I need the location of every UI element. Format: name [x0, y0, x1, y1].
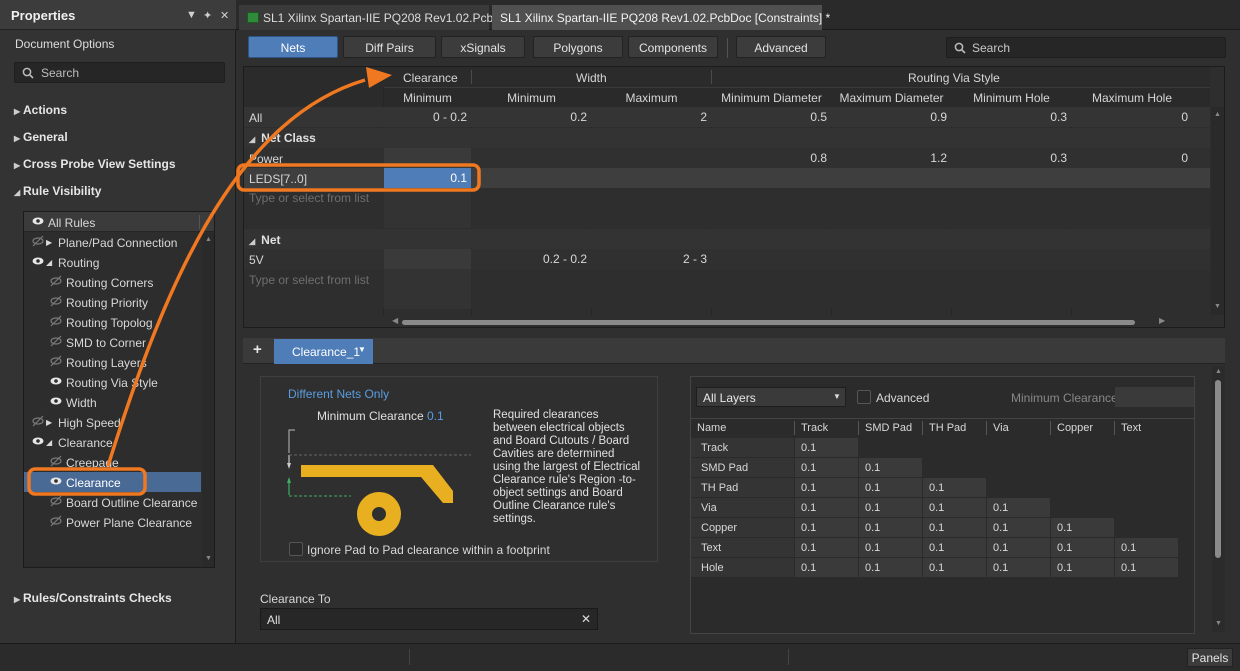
highlight-clearance-rule — [27, 467, 147, 496]
panels-button[interactable]: Panels — [1187, 648, 1233, 667]
status-divider — [788, 649, 789, 665]
callout-overlay — [27, 67, 481, 496]
status-bar: Panels — [0, 643, 1240, 671]
callout-arrow — [106, 78, 366, 467]
arrow-head-icon — [366, 67, 392, 88]
status-divider — [409, 649, 410, 665]
highlight-leds-row — [236, 163, 481, 192]
